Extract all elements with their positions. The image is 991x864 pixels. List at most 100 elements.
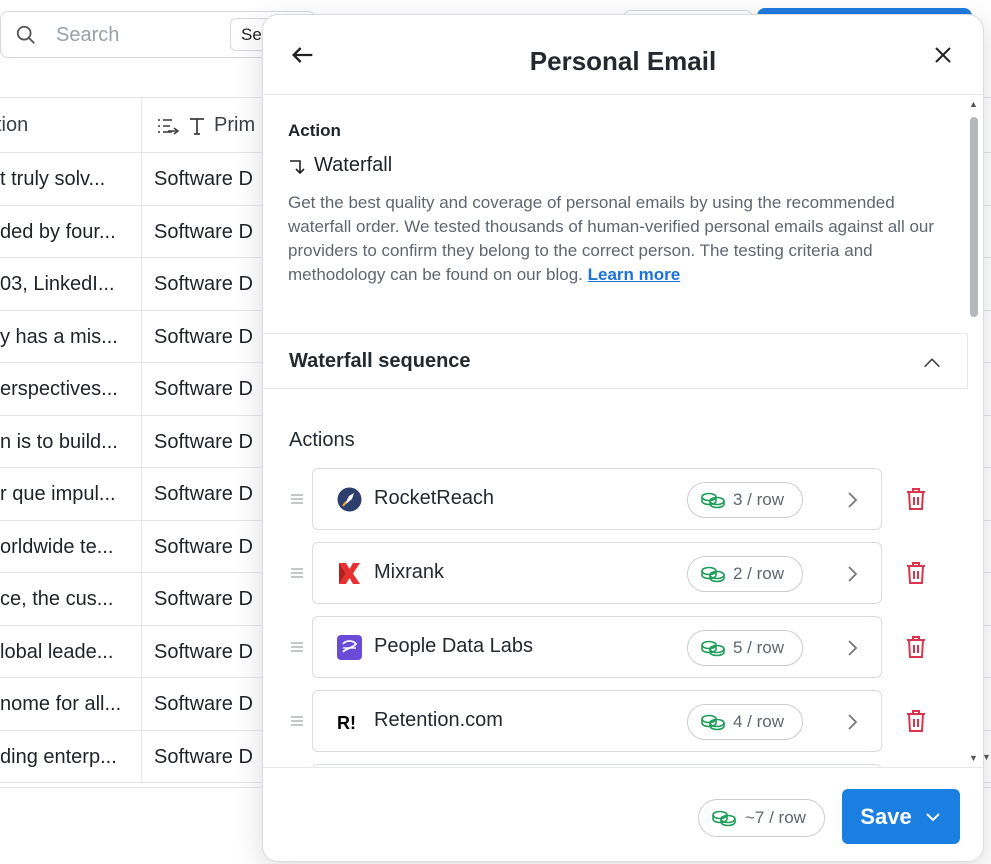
provider-name: People Data Labs — [374, 635, 534, 657]
column-divider — [141, 153, 142, 205]
table-cell[interactable]: orldwide te... — [0, 536, 113, 559]
chevron-right-icon[interactable] — [840, 710, 864, 734]
column-header-label: Prim — [214, 114, 256, 136]
cost-text: 2 / row — [733, 564, 785, 583]
column-divider — [141, 520, 142, 572]
people-data-labs-logo — [337, 635, 362, 660]
table-cell[interactable]: Software D — [154, 378, 253, 401]
column-divider — [141, 730, 142, 782]
panel-title: Personal Email — [529, 46, 717, 76]
table-cell[interactable]: r que impul... — [0, 483, 116, 506]
coins-icon — [701, 566, 725, 583]
trash-icon[interactable] — [905, 709, 927, 733]
mixrank-logo — [339, 563, 360, 584]
trash-icon[interactable] — [905, 635, 927, 659]
column-divider — [141, 415, 142, 467]
column-divider — [141, 98, 142, 154]
provider-row[interactable]: People Data Labs 5 / row — [312, 616, 882, 678]
cost-badge: 2 / row — [687, 556, 803, 592]
provider-row[interactable]: R! Retention.com 4 / row — [312, 690, 882, 752]
drag-handle-icon[interactable] — [289, 492, 305, 506]
waterfall-sequence-header[interactable]: Waterfall sequence — [263, 333, 968, 389]
trash-icon[interactable] — [905, 561, 927, 585]
scrollbar-thumb[interactable] — [970, 117, 978, 317]
action-name-text: Waterfall — [314, 154, 393, 176]
rocketreach-logo — [337, 487, 362, 512]
table-cell[interactable]: erspectives... — [0, 378, 118, 401]
scrollbar[interactable]: ▲ ▼ — [967, 99, 981, 765]
table-cell[interactable]: Software D — [154, 221, 253, 244]
provider-row[interactable]: RocketReach 3 / row — [312, 468, 882, 530]
column-divider — [141, 573, 142, 625]
column-divider — [141, 363, 142, 415]
column-header[interactable]: tion — [0, 114, 28, 137]
column-divider — [141, 205, 142, 257]
provider-name: RocketReach — [374, 487, 495, 509]
table-cell[interactable]: Software D — [154, 536, 253, 559]
table-cell[interactable]: nome for all... — [0, 693, 121, 716]
column-divider — [141, 678, 142, 730]
total-cost-badge: ~7 / row — [698, 799, 825, 837]
provider-row[interactable]: Mixrank 2 / row — [312, 542, 882, 604]
cost-text: 3 / row — [733, 490, 785, 509]
provider-name: Mixrank — [374, 561, 445, 583]
drag-handle-icon[interactable] — [289, 566, 305, 580]
scroll-up-icon[interactable]: ▲ — [969, 99, 978, 109]
table-cell[interactable]: Software D — [154, 431, 253, 454]
scroll-down-icon[interactable]: ▼ — [969, 753, 978, 763]
coins-icon — [701, 714, 725, 731]
trash-icon[interactable] — [905, 487, 927, 511]
chevron-right-icon[interactable] — [840, 562, 864, 586]
drag-handle-icon[interactable] — [289, 714, 305, 728]
chevron-right-icon[interactable] — [840, 488, 864, 512]
table-cell[interactable]: ding enterp... — [0, 746, 117, 769]
table-cell[interactable]: Software D — [154, 483, 253, 506]
coins-icon — [701, 640, 725, 657]
search-input[interactable]: Search — [56, 24, 119, 47]
drag-handle-icon[interactable] — [289, 640, 305, 654]
table-cell[interactable]: n is to build... — [0, 431, 118, 454]
panel-header: Personal Email — [263, 15, 983, 95]
table-cell[interactable]: Software D — [154, 746, 253, 769]
scroll-down-icon[interactable]: ▼ — [982, 752, 991, 762]
close-icon[interactable] — [931, 43, 955, 67]
table-cell[interactable]: 03, LinkedI... — [0, 273, 115, 296]
chevron-down-icon — [925, 812, 940, 821]
coins-icon — [701, 492, 725, 509]
chevron-up-icon[interactable] — [921, 352, 943, 374]
action-name: Waterfall — [288, 154, 392, 177]
save-button-label: Save — [860, 803, 912, 829]
cost-text: 4 / row — [733, 712, 785, 731]
column-header[interactable]: Prim — [156, 114, 255, 137]
section-title: Waterfall sequence — [289, 350, 471, 372]
chevron-right-icon[interactable] — [840, 636, 864, 660]
column-divider — [141, 310, 142, 362]
save-button[interactable]: Save — [842, 789, 960, 844]
learn-more-link[interactable]: Learn more — [588, 265, 681, 284]
table-cell[interactable]: ce, the cus... — [0, 588, 113, 611]
cost-badge: 5 / row — [687, 630, 803, 666]
table-cell[interactable]: ded by four... — [0, 221, 116, 244]
provider-name: Retention.com — [374, 709, 503, 731]
table-cell[interactable]: Software D — [154, 588, 253, 611]
action-label: Action — [288, 121, 341, 140]
total-cost-text: ~7 / row — [745, 808, 806, 827]
table-cell[interactable]: Software D — [154, 273, 253, 296]
table-cell[interactable]: Software D — [154, 693, 253, 716]
column-divider — [141, 258, 142, 310]
table-cell[interactable]: lobal leade... — [0, 641, 113, 664]
waterfall-icon — [290, 159, 305, 174]
table-cell[interactable]: Software D — [154, 168, 253, 191]
table-cell[interactable]: t truly solv... — [0, 168, 105, 191]
sort-list-icon — [158, 118, 180, 135]
cost-text: 5 / row — [733, 638, 785, 657]
table-cell[interactable]: Software D — [154, 326, 253, 349]
enrichment-panel: Personal Email ▲ ▼ Action Waterfall Get … — [262, 14, 984, 862]
table-cell[interactable]: y has a mis... — [0, 326, 118, 349]
action-description: Get the best quality and coverage of per… — [288, 191, 938, 287]
column-divider — [141, 468, 142, 520]
table-cell[interactable]: Software D — [154, 641, 253, 664]
text-type-icon — [190, 117, 204, 135]
cost-badge: 4 / row — [687, 704, 803, 740]
column-divider — [141, 625, 142, 677]
